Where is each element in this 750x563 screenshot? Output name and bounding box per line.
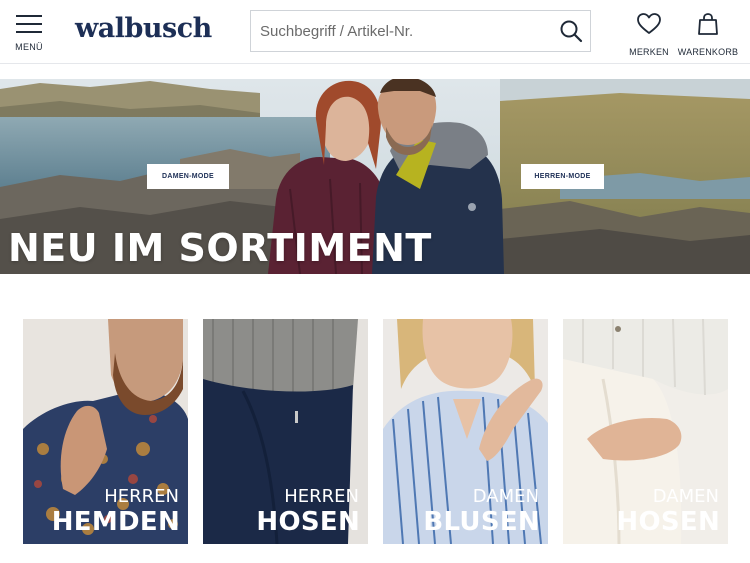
brand-logo[interactable]: walbusch [75,13,212,44]
herren-mode-button[interactable]: HERREN-MODE [521,164,604,189]
heart-icon [637,13,661,34]
menu-label: MENÜ [15,42,43,52]
tile-4-line2: HOSEN [616,507,720,537]
hero-headline: NEU IM SORTIMENT [8,226,432,270]
category-tile-herren-hemden[interactable]: HERREN HEMDEN [23,319,188,544]
tile-2-line2: HOSEN [256,507,360,537]
site-header: MENÜ walbusch MERKEN WARENKORB [0,0,750,64]
tile-2-line1: HERREN [284,486,359,507]
merken-label: MERKEN [629,47,669,57]
tile-3-line1: DAMEN [472,486,539,507]
tile-1-line2: HEMDEN [51,507,180,537]
category-tile-herren-hosen[interactable]: HERREN HOSEN [203,319,368,544]
category-tile-damen-blusen[interactable]: DAMEN BLUSEN [383,319,548,544]
tile-3-line2: BLUSEN [423,507,540,537]
category-tile-damen-hosen[interactable]: DAMEN HOSEN [563,319,728,544]
hero-banner[interactable]: DAMEN-MODE HERREN-MODE NEU IM SORTIMENT [0,79,750,274]
warenkorb-label: WARENKORB [677,47,739,57]
warenkorb-button[interactable]: WARENKORB [677,12,739,57]
tile-1-line1: HERREN [104,486,179,507]
search-button[interactable] [558,18,584,44]
search-input[interactable] [260,11,550,51]
shopping-bag-icon [698,13,718,35]
tile-4-line1: DAMEN [652,486,719,507]
search-box [250,10,591,52]
damen-mode-button[interactable]: DAMEN-MODE [147,164,229,189]
menu-button[interactable]: MENÜ [14,14,44,52]
merken-button[interactable]: MERKEN [628,12,670,57]
hamburger-icon [16,14,42,34]
magnifier-icon [560,20,583,43]
